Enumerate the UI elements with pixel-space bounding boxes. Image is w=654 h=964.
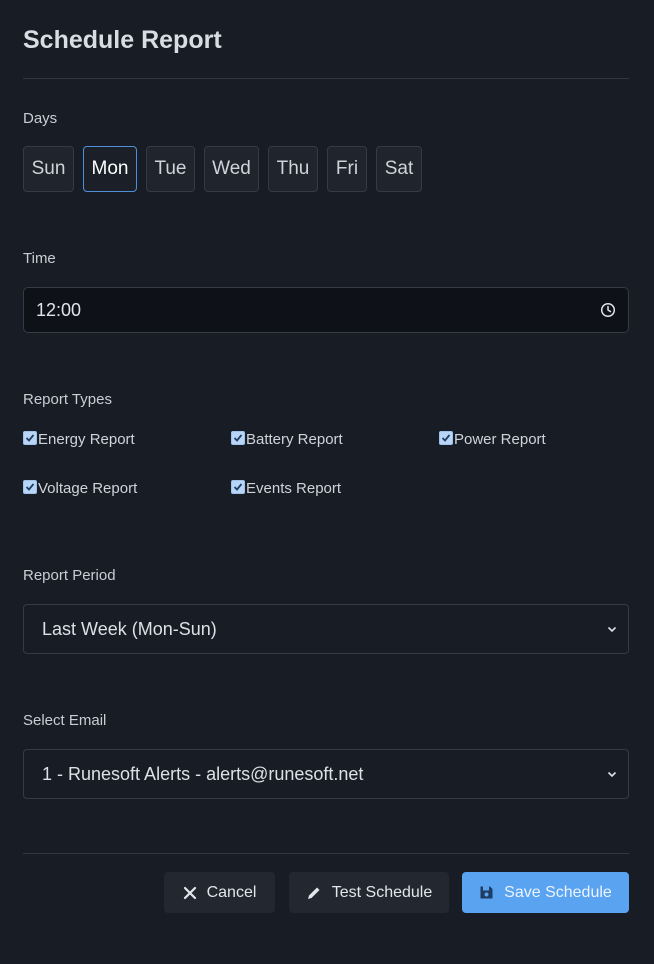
checkbox-events-report[interactable]: Events Report [231,479,342,497]
save-icon [480,886,493,899]
day-button-tue[interactable]: Tue [146,146,195,192]
report-period-label: Report Period [23,567,116,584]
clock-icon[interactable] [600,302,616,318]
cancel-button-label: Cancel [206,883,257,901]
time-value: 12:00 [36,299,82,320]
day-button-mon[interactable]: Mon [83,146,137,192]
chevron-down-icon [607,771,617,778]
day-button-sat[interactable]: Sat [376,146,422,192]
checkbox-label: Events Report [246,480,342,497]
checkbox-voltage-report[interactable]: Voltage Report [23,479,138,497]
report-period-select[interactable]: Last Week (Mon-Sun) [23,604,629,654]
checkbox-label: Voltage Report [38,480,138,497]
day-button-wed[interactable]: Wed [204,146,259,192]
pencil-icon [307,887,320,899]
checkbox-energy-report[interactable]: Energy Report [23,430,135,448]
time-label: Time [23,250,56,267]
report-period-value: Last Week (Mon-Sun) [42,618,217,639]
day-button-thu[interactable]: Thu [268,146,318,192]
day-button-sun[interactable]: Sun [23,146,74,192]
checkbox-label: Power Report [454,431,546,448]
checkbox-checked-icon[interactable] [231,430,245,445]
day-button-fri[interactable]: Fri [327,146,367,192]
checkbox-checked-icon[interactable] [23,430,37,445]
checkbox-label: Energy Report [38,431,135,448]
checkbox-power-report[interactable]: Power Report [439,430,546,448]
checkbox-checked-icon[interactable] [439,430,453,445]
divider [23,78,629,79]
page-title: Schedule Report [23,26,222,54]
select-email-label: Select Email [23,712,107,729]
divider [23,853,629,854]
report-types-label: Report Types [23,391,112,408]
time-input[interactable]: 12:00 [23,287,629,333]
checkbox-label: Battery Report [246,431,343,448]
save-schedule-label: Save Schedule [504,883,612,901]
checkbox-battery-report[interactable]: Battery Report [231,430,343,448]
chevron-down-icon [607,626,617,633]
days-label: Days [23,110,58,127]
email-value: 1 - Runesoft Alerts - alerts@runesoft.ne… [42,763,364,784]
checkbox-checked-icon[interactable] [231,479,245,494]
day-selector: Sun Mon Tue Wed Thu Fri Sat [23,146,431,192]
test-schedule-button[interactable]: Test Schedule [289,872,449,913]
test-schedule-label: Test Schedule [331,883,433,901]
close-icon [183,886,196,899]
checkbox-checked-icon[interactable] [23,479,37,494]
cancel-button[interactable]: Cancel [164,872,275,913]
email-select[interactable]: 1 - Runesoft Alerts - alerts@runesoft.ne… [23,749,629,799]
save-schedule-button[interactable]: Save Schedule [462,872,629,913]
